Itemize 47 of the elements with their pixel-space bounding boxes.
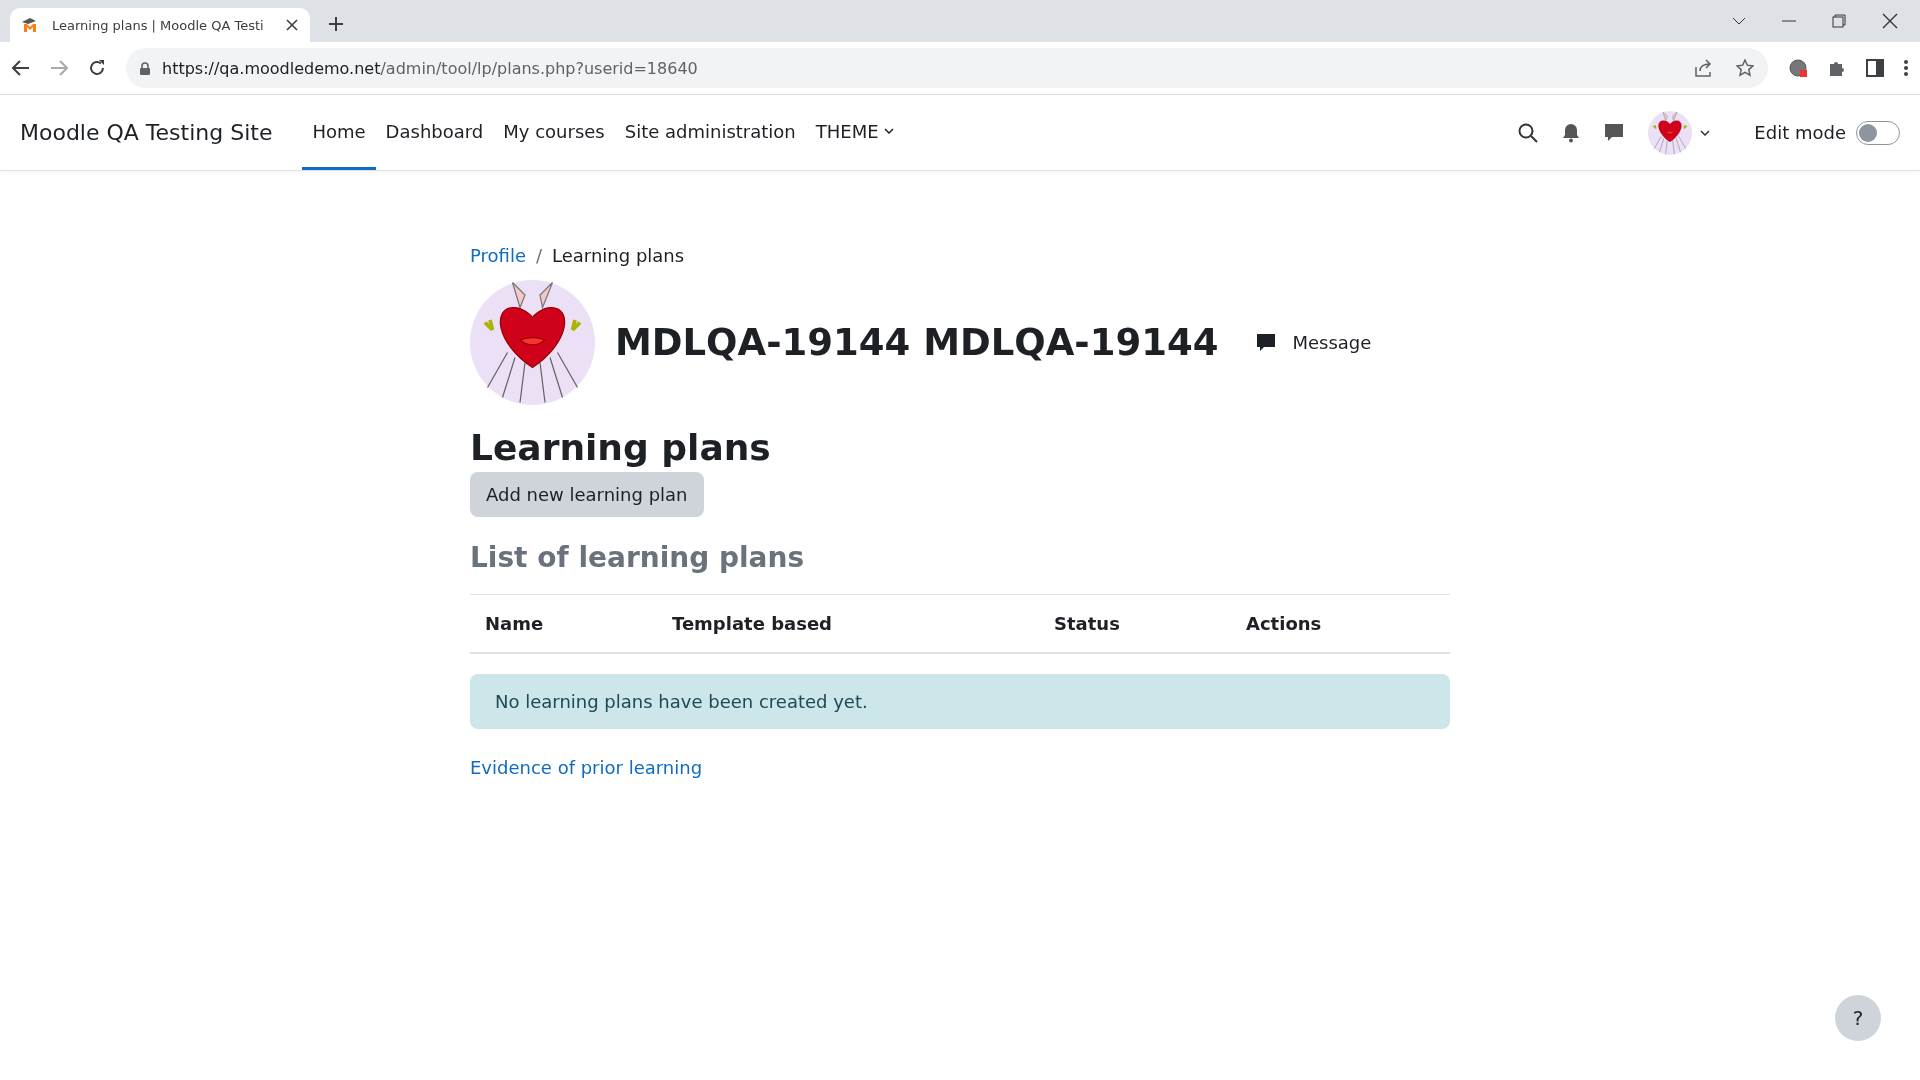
caret-icon[interactable]	[1700, 129, 1711, 136]
site-name[interactable]: Moodle QA Testing Site	[20, 95, 273, 170]
new-tab-icon[interactable]	[328, 16, 344, 32]
search-icon[interactable]	[1518, 122, 1539, 143]
nav-link[interactable]: Dashboard	[375, 95, 494, 170]
breadcrumb-separator: /	[535, 245, 543, 266]
extension-icon[interactable]	[1788, 58, 1808, 78]
page-heading: Learning plans	[470, 427, 772, 468]
column-header: Actions	[1246, 613, 1323, 634]
chevron-down-icon[interactable]	[1732, 17, 1746, 25]
side-panel-icon[interactable]	[1866, 59, 1884, 77]
url-text: https://qa.moodledemo.net/admin/tool/lp/plans.php?userid=18640	[162, 58, 698, 78]
avatar-drawing	[1648, 110, 1693, 155]
column-header: Name	[485, 613, 545, 634]
user-name: MDLQA-19144 MDLQA-19144	[615, 321, 1219, 364]
lock-icon	[140, 61, 150, 75]
info-alert: No learning plans have been created yet.	[470, 674, 1450, 729]
breadcrumb-item: Learning plans	[552, 245, 685, 266]
nav-link[interactable]: Home	[302, 95, 376, 170]
puzzle-icon[interactable]	[1828, 59, 1846, 77]
more-vertical-icon[interactable]	[1904, 60, 1908, 76]
message-link[interactable]: Message	[1256, 332, 1372, 353]
help-button[interactable]: ?	[1835, 995, 1881, 1041]
nav-link[interactable]: THEME	[805, 95, 904, 170]
close-icon[interactable]	[286, 19, 298, 31]
evidence-link[interactable]: Evidence of prior learning	[470, 757, 703, 778]
section-heading: List of learning plans	[470, 541, 806, 574]
breadcrumb-item[interactable]: Profile	[470, 245, 526, 266]
column-header: Template based	[672, 613, 833, 634]
address-bar[interactable]: https://qa.moodledemo.net/admin/tool/lp/plans.php?userid=18640	[126, 48, 1768, 88]
edit-mode-label: Edit mode	[1754, 122, 1846, 143]
nav-link[interactable]: Site administration	[614, 95, 806, 170]
tab-title: Learning plans | Moodle QA Testi	[52, 17, 265, 33]
nav-link[interactable]: My courses	[493, 95, 615, 170]
chat-icon[interactable]	[1604, 122, 1625, 143]
browser-tab[interactable]: Learning plans | Moodle QA Testi	[10, 8, 310, 42]
reload-icon[interactable]	[88, 59, 106, 77]
caret-icon	[883, 128, 894, 134]
bell-icon[interactable]	[1562, 122, 1581, 143]
restore-icon[interactable]	[1832, 14, 1846, 28]
back-arrow-icon[interactable]	[12, 60, 30, 76]
add-plan-button[interactable]: Add new learning plan	[470, 472, 704, 517]
share-icon[interactable]	[1694, 59, 1712, 77]
chat-icon	[1256, 332, 1277, 353]
close-icon[interactable]	[1882, 13, 1898, 29]
column-header: Status	[1054, 613, 1121, 634]
star-icon[interactable]	[1736, 59, 1754, 77]
